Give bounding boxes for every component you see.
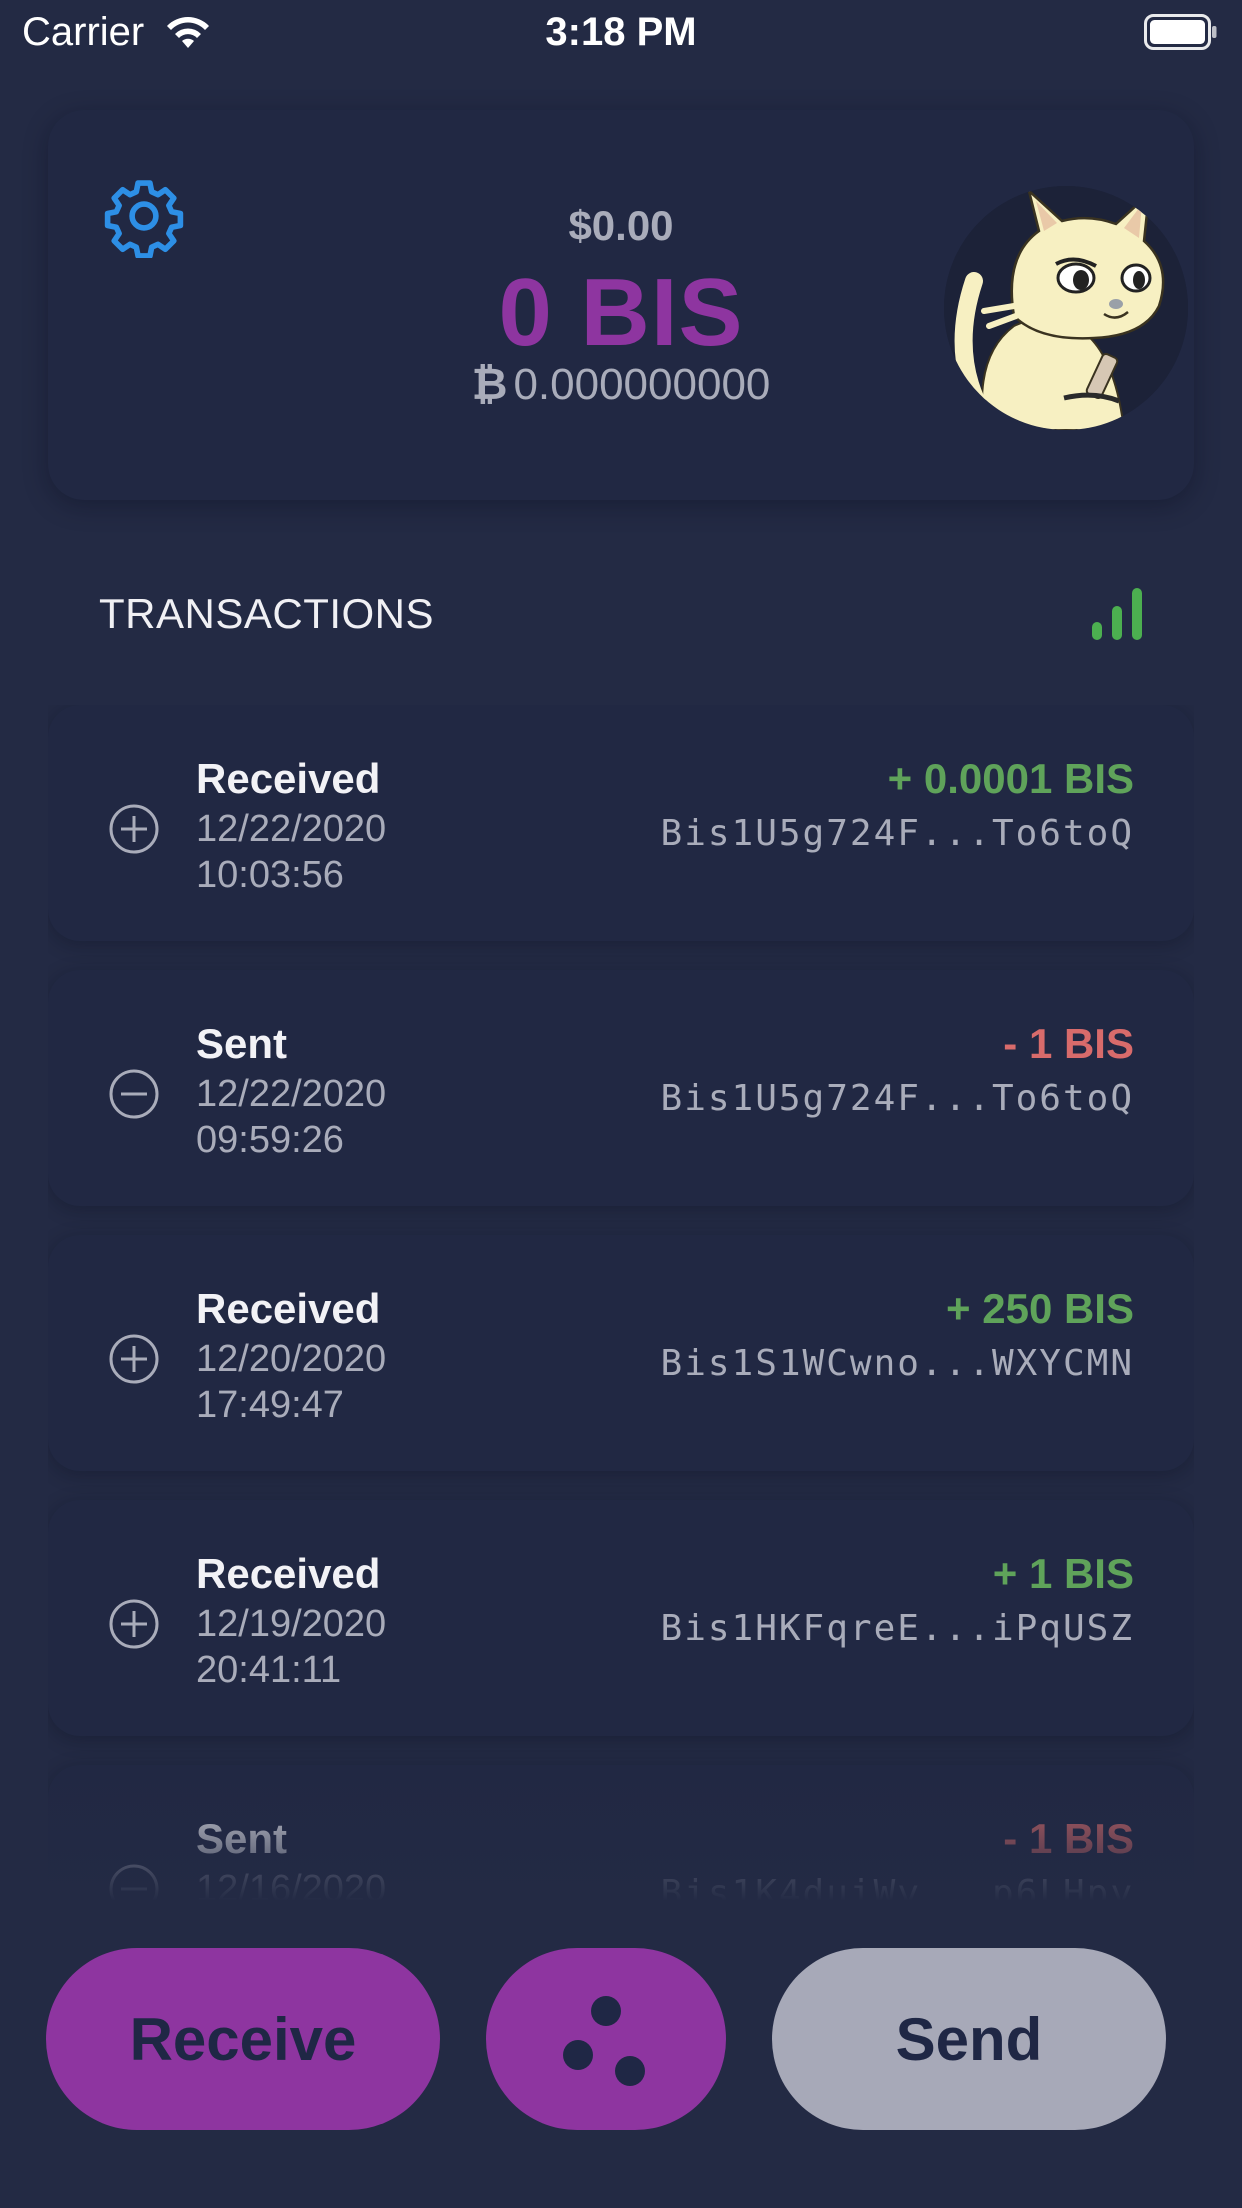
transaction-type: Sent xyxy=(196,1815,288,1862)
send-button[interactable]: Send xyxy=(772,1948,1166,2130)
minus-circle-icon xyxy=(109,1069,159,1119)
transaction-time: 20:41:11 xyxy=(196,1649,342,1691)
signal-bars-icon xyxy=(1092,588,1142,640)
transaction-date: 12/16/2020 xyxy=(196,1868,387,1910)
transaction-type: Received xyxy=(196,1285,381,1332)
transaction-address: Bis1K4duiWy...p6LHpy xyxy=(660,1873,1134,1914)
transaction-address: Bis1HKFqreE...iPqUSZ xyxy=(660,1608,1134,1649)
transaction-amount: - 1 BIS xyxy=(1003,1020,1134,1067)
bitcoin-symbol: ₿ xyxy=(471,360,508,409)
avatar[interactable] xyxy=(944,186,1188,430)
list-item[interactable]: Received 12/22/2020 10:03:56 + 0.0001 BI… xyxy=(48,705,1194,941)
plus-circle-icon xyxy=(109,1599,159,1649)
battery-icon xyxy=(1144,14,1217,50)
transaction-address: Bis1U5g724F...To6toQ xyxy=(660,813,1134,854)
transactions-header: TRANSACTIONS xyxy=(99,590,435,637)
transaction-amount: + 0.0001 BIS xyxy=(887,755,1134,802)
transaction-date: 12/22/2020 xyxy=(196,1073,387,1115)
list-item[interactable]: Sent 12/22/2020 09:59:26 - 1 BIS Bis1U5g… xyxy=(48,970,1194,1206)
receive-button[interactable]: Receive xyxy=(46,1948,440,2130)
balance-card: $0.00 0 BIS ₿ 0.000000000 xyxy=(48,110,1194,500)
list-item[interactable]: Received 12/20/2020 17:49:47 + 250 BIS B… xyxy=(48,1235,1194,1471)
plus-circle-icon xyxy=(109,804,159,854)
status-bar: Carrier 3:18 PM xyxy=(0,0,1242,66)
transaction-date: 12/19/2020 xyxy=(196,1603,387,1645)
scan-button[interactable] xyxy=(486,1948,726,2130)
status-time: 3:18 PM xyxy=(545,10,697,54)
minus-circle-icon xyxy=(109,1864,159,1914)
transaction-type: Sent xyxy=(196,1020,288,1067)
transaction-date: 12/20/2020 xyxy=(196,1338,387,1380)
transaction-address: Bis1U5g724F...To6toQ xyxy=(660,1078,1134,1119)
transaction-time: 09:59:26 xyxy=(196,1119,344,1161)
wallet-home-screen: Carrier 3:18 PM $0.00 0 BIS ₿ 0.000000000 xyxy=(0,0,1242,2208)
transaction-amount: + 250 BIS xyxy=(946,1285,1134,1332)
plus-circle-icon xyxy=(109,1334,159,1384)
list-item[interactable]: Received 12/19/2020 20:41:11 + 1 BIS Bis… xyxy=(48,1500,1194,1736)
transaction-amount: + 1 BIS xyxy=(992,1550,1134,1597)
transaction-date: 12/22/2020 xyxy=(196,808,387,850)
list-item[interactable]: Sent 12/16/2020 21:40:50 - 1 BIS Bis1K4d… xyxy=(48,1765,1194,1925)
btc-balance-value: 0.000000000 xyxy=(513,360,771,409)
transaction-type: Received xyxy=(196,755,381,802)
transaction-amount: - 1 BIS xyxy=(1003,1815,1134,1862)
three-dots-icon xyxy=(563,1996,645,2086)
transaction-type: Received xyxy=(196,1550,381,1597)
cat-avatar-icon xyxy=(944,186,1188,430)
transaction-address: Bis1S1WCwno...WXYCMN xyxy=(660,1343,1134,1384)
transaction-list[interactable]: Received 12/22/2020 10:03:56 + 0.0001 BI… xyxy=(48,705,1194,1925)
transaction-time: 21:40:50 xyxy=(196,1914,344,1925)
transaction-time: 10:03:56 xyxy=(196,854,344,896)
transaction-time: 17:49:47 xyxy=(196,1384,344,1426)
